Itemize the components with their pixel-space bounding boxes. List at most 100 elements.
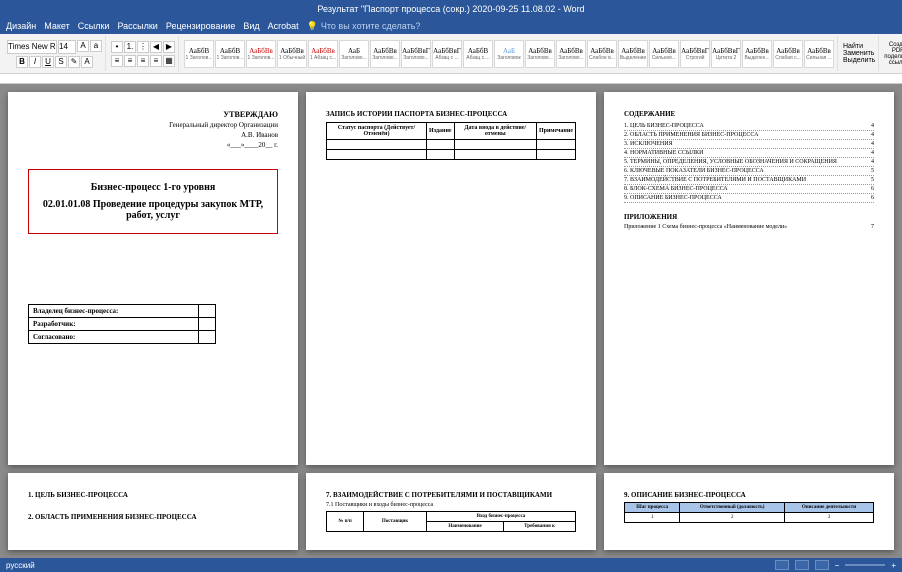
history-heading: ЗАПИСЬ ИСТОРИИ ПАСПОРТА БИЗНЕС-ПРОЦЕССА [326, 110, 576, 118]
styles-gallery[interactable]: АаБбВ1 Заголов... АаБбВ1 Заголов... АаБб… [184, 40, 834, 68]
tab-mailings[interactable]: Рассылки [117, 21, 157, 31]
indent-dec-button[interactable]: ◀ [150, 41, 162, 53]
view-print-layout-button[interactable] [795, 560, 809, 570]
numbering-button[interactable]: 1. [124, 41, 136, 53]
style-item[interactable]: АаБЗаголовок [494, 40, 524, 68]
style-item[interactable]: АаБбВв1 Заголов... [246, 40, 276, 68]
description-table: Шаг процесса Ответственный (должность) О… [624, 502, 874, 523]
table-row: 123 [625, 513, 874, 523]
table-row: Владелец бизнес-процесса: [29, 305, 216, 318]
history-table: Статус паспорта (Действует/Отменён) Изда… [326, 122, 576, 160]
view-web-layout-button[interactable] [815, 560, 829, 570]
font-group: A a B I U S ✎ A [4, 36, 106, 71]
tab-layout[interactable]: Макет [44, 21, 69, 31]
style-item[interactable]: АаБбВ1 Заголов... [215, 40, 245, 68]
indent-inc-button[interactable]: ▶ [163, 41, 175, 53]
underline-button[interactable]: U [42, 56, 54, 68]
style-item[interactable]: АаБбВвГАбзац с ... [432, 40, 462, 68]
title-line1: Бизнес-процесс 1-го уровня [37, 182, 269, 193]
toc-heading: СОДЕРЖАНИЕ [624, 110, 874, 118]
page-1[interactable]: УТВЕРЖДАЮ Генеральный директор Организац… [8, 92, 298, 465]
select-button[interactable]: Выделить [843, 57, 875, 64]
font-grow-button[interactable]: A [77, 40, 89, 52]
style-item[interactable]: АаБбВв1 Обычный [277, 40, 307, 68]
zoom-in-button[interactable]: + [891, 561, 896, 570]
align-center-button[interactable]: ≡ [124, 55, 136, 67]
title-line2: 02.01.01.08 Проведение процедуры закупок… [37, 199, 269, 221]
font-shrink-button[interactable]: a [90, 40, 102, 52]
style-item[interactable]: АаБбВвГЦитата 2 [711, 40, 741, 68]
zoom-slider[interactable] [845, 564, 885, 566]
toc-item: 4. НОРМАТИВНЫЕ ССЫЛКИ4 [624, 149, 874, 158]
toc-item: 8. БЛОК-СХЕМА БИЗНЕС-ПРОЦЕССА6 [624, 185, 874, 194]
style-item[interactable]: АаБбВв1 Абзац с... [308, 40, 338, 68]
tell-me-label: Что вы хотите сделать? [321, 21, 421, 31]
document-area[interactable]: УТВЕРЖДАЮ Генеральный директор Организац… [0, 84, 902, 558]
strike-button[interactable]: S [55, 56, 67, 68]
sec7-1-heading: 7.1 Поставщики и входы бизнес-процесса [326, 502, 576, 508]
tab-acrobat[interactable]: Acrobat [268, 21, 299, 31]
bullets-button[interactable]: • [111, 41, 123, 53]
view-read-mode-button[interactable] [775, 560, 789, 570]
tab-design[interactable]: Дизайн [6, 21, 36, 31]
font-name-input[interactable] [7, 40, 57, 54]
style-item[interactable]: АаБЗаголово... [339, 40, 369, 68]
style-item[interactable]: АаБбВвВыделение [618, 40, 648, 68]
status-language[interactable]: русский [6, 561, 35, 570]
toc-item: 9. ОПИСАНИЕ БИЗНЕС-ПРОЦЕССА6 [624, 194, 874, 203]
status-bar: русский − + [0, 558, 902, 572]
style-item[interactable]: АаБбВвГЗаголово... [401, 40, 431, 68]
sec1-heading: 1. ЦЕЛЬ БИЗНЕС-ПРОЦЕССА [28, 491, 278, 499]
page-5[interactable]: 7. ВЗАИМОДЕЙСТВИЕ С ПОТРЕБИТЕЛЯМИ И ПОСТ… [306, 473, 596, 550]
styles-group: АаБбВ1 Заголов... АаБбВ1 Заголов... АаБб… [181, 36, 838, 71]
info-table: Владелец бизнес-процесса: Разработчик: С… [28, 304, 216, 344]
style-item[interactable]: АаБбВвЗаголово... [525, 40, 555, 68]
page-6[interactable]: 9. ОПИСАНИЕ БИЗНЕС-ПРОЦЕССА Шаг процесса… [604, 473, 894, 550]
align-left-button[interactable]: ≡ [111, 55, 123, 67]
toc-item: 6. КЛЮЧЕВЫЕ ПОКАЗАТЕЛИ БИЗНЕС-ПРОЦЕССА5 [624, 167, 874, 176]
align-right-button[interactable]: ≡ [137, 55, 149, 67]
tell-me-search[interactable]: 💡 Что вы хотите сделать? [307, 21, 421, 32]
toc-list: 1. ЦЕЛЬ БИЗНЕС-ПРОЦЕССА4 2. ОБЛАСТЬ ПРИМ… [624, 122, 874, 203]
bold-button[interactable]: B [16, 56, 28, 68]
bulb-icon: 💡 [307, 21, 318, 32]
find-button[interactable]: Найти [843, 43, 863, 50]
style-item[interactable]: АаБбВвСлабое в... [587, 40, 617, 68]
tab-review[interactable]: Рецензирование [166, 21, 236, 31]
style-item[interactable]: АаБбВвВыделен... [742, 40, 772, 68]
tab-view[interactable]: Вид [243, 21, 259, 31]
page-3[interactable]: СОДЕРЖАНИЕ 1. ЦЕЛЬ БИЗНЕС-ПРОЦЕССА4 2. О… [604, 92, 894, 465]
align-justify-button[interactable]: ≡ [150, 55, 162, 67]
approve-subtitle: Генеральный директор Организации [28, 121, 278, 129]
italic-button[interactable]: I [29, 56, 41, 68]
shading-button[interactable]: ▦ [163, 55, 175, 67]
style-item[interactable]: АаБбВвЗаголово... [556, 40, 586, 68]
style-item[interactable]: АаБбВвГСтрогий [680, 40, 710, 68]
table-row [327, 140, 576, 150]
multilevel-button[interactable]: ⋮ [137, 41, 149, 53]
create-pdf-button[interactable]: Создать PDF и поделиться ссылкой [884, 42, 902, 66]
editing-group: Найти Заменить Выделить [840, 36, 879, 71]
style-item[interactable]: АаБбВвСильное... [649, 40, 679, 68]
style-item[interactable]: АаБбВ1 Заголов... [184, 40, 214, 68]
style-item[interactable]: АаБбВвСильная ... [804, 40, 834, 68]
ribbon-tabs: Дизайн Макет Ссылки Рассылки Рецензирова… [0, 18, 902, 34]
sec9-heading: 9. ОПИСАНИЕ БИЗНЕС-ПРОЦЕССА [624, 491, 874, 499]
approve-date: «___»____20__ г. [28, 141, 278, 149]
replace-button[interactable]: Заменить [843, 50, 874, 57]
page-2[interactable]: ЗАПИСЬ ИСТОРИИ ПАСПОРТА БИЗНЕС-ПРОЦЕССА … [306, 92, 596, 465]
style-item[interactable]: АаБбВАбзац с.... [463, 40, 493, 68]
zoom-out-button[interactable]: − [835, 561, 840, 570]
style-item[interactable]: АаБбВвЗаголово... [370, 40, 400, 68]
tab-references[interactable]: Ссылки [78, 21, 110, 31]
toc-item: 5. ТЕРМИНЫ, ОПРЕДЕЛЕНИЯ, УСЛОВНЫЕ ОБОЗНА… [624, 158, 874, 167]
ruler[interactable] [0, 74, 902, 84]
font-size-input[interactable] [58, 40, 76, 54]
font-color-button[interactable]: A [81, 56, 93, 68]
appendix-heading: ПРИЛОЖЕНИЯ [624, 213, 874, 221]
highlight-button[interactable]: ✎ [68, 56, 80, 68]
adobe-group: Создать PDF и поделиться ссылкой [881, 36, 902, 71]
style-item[interactable]: АаБбВвСлабая с... [773, 40, 803, 68]
ribbon: A a B I U S ✎ A • 1. ⋮ ◀ ▶ ≡ ≡ ≡ ≡ ▦ АаБ [0, 34, 902, 74]
page-4[interactable]: 1. ЦЕЛЬ БИЗНЕС-ПРОЦЕССА 2. ОБЛАСТЬ ПРИМЕ… [8, 473, 298, 550]
